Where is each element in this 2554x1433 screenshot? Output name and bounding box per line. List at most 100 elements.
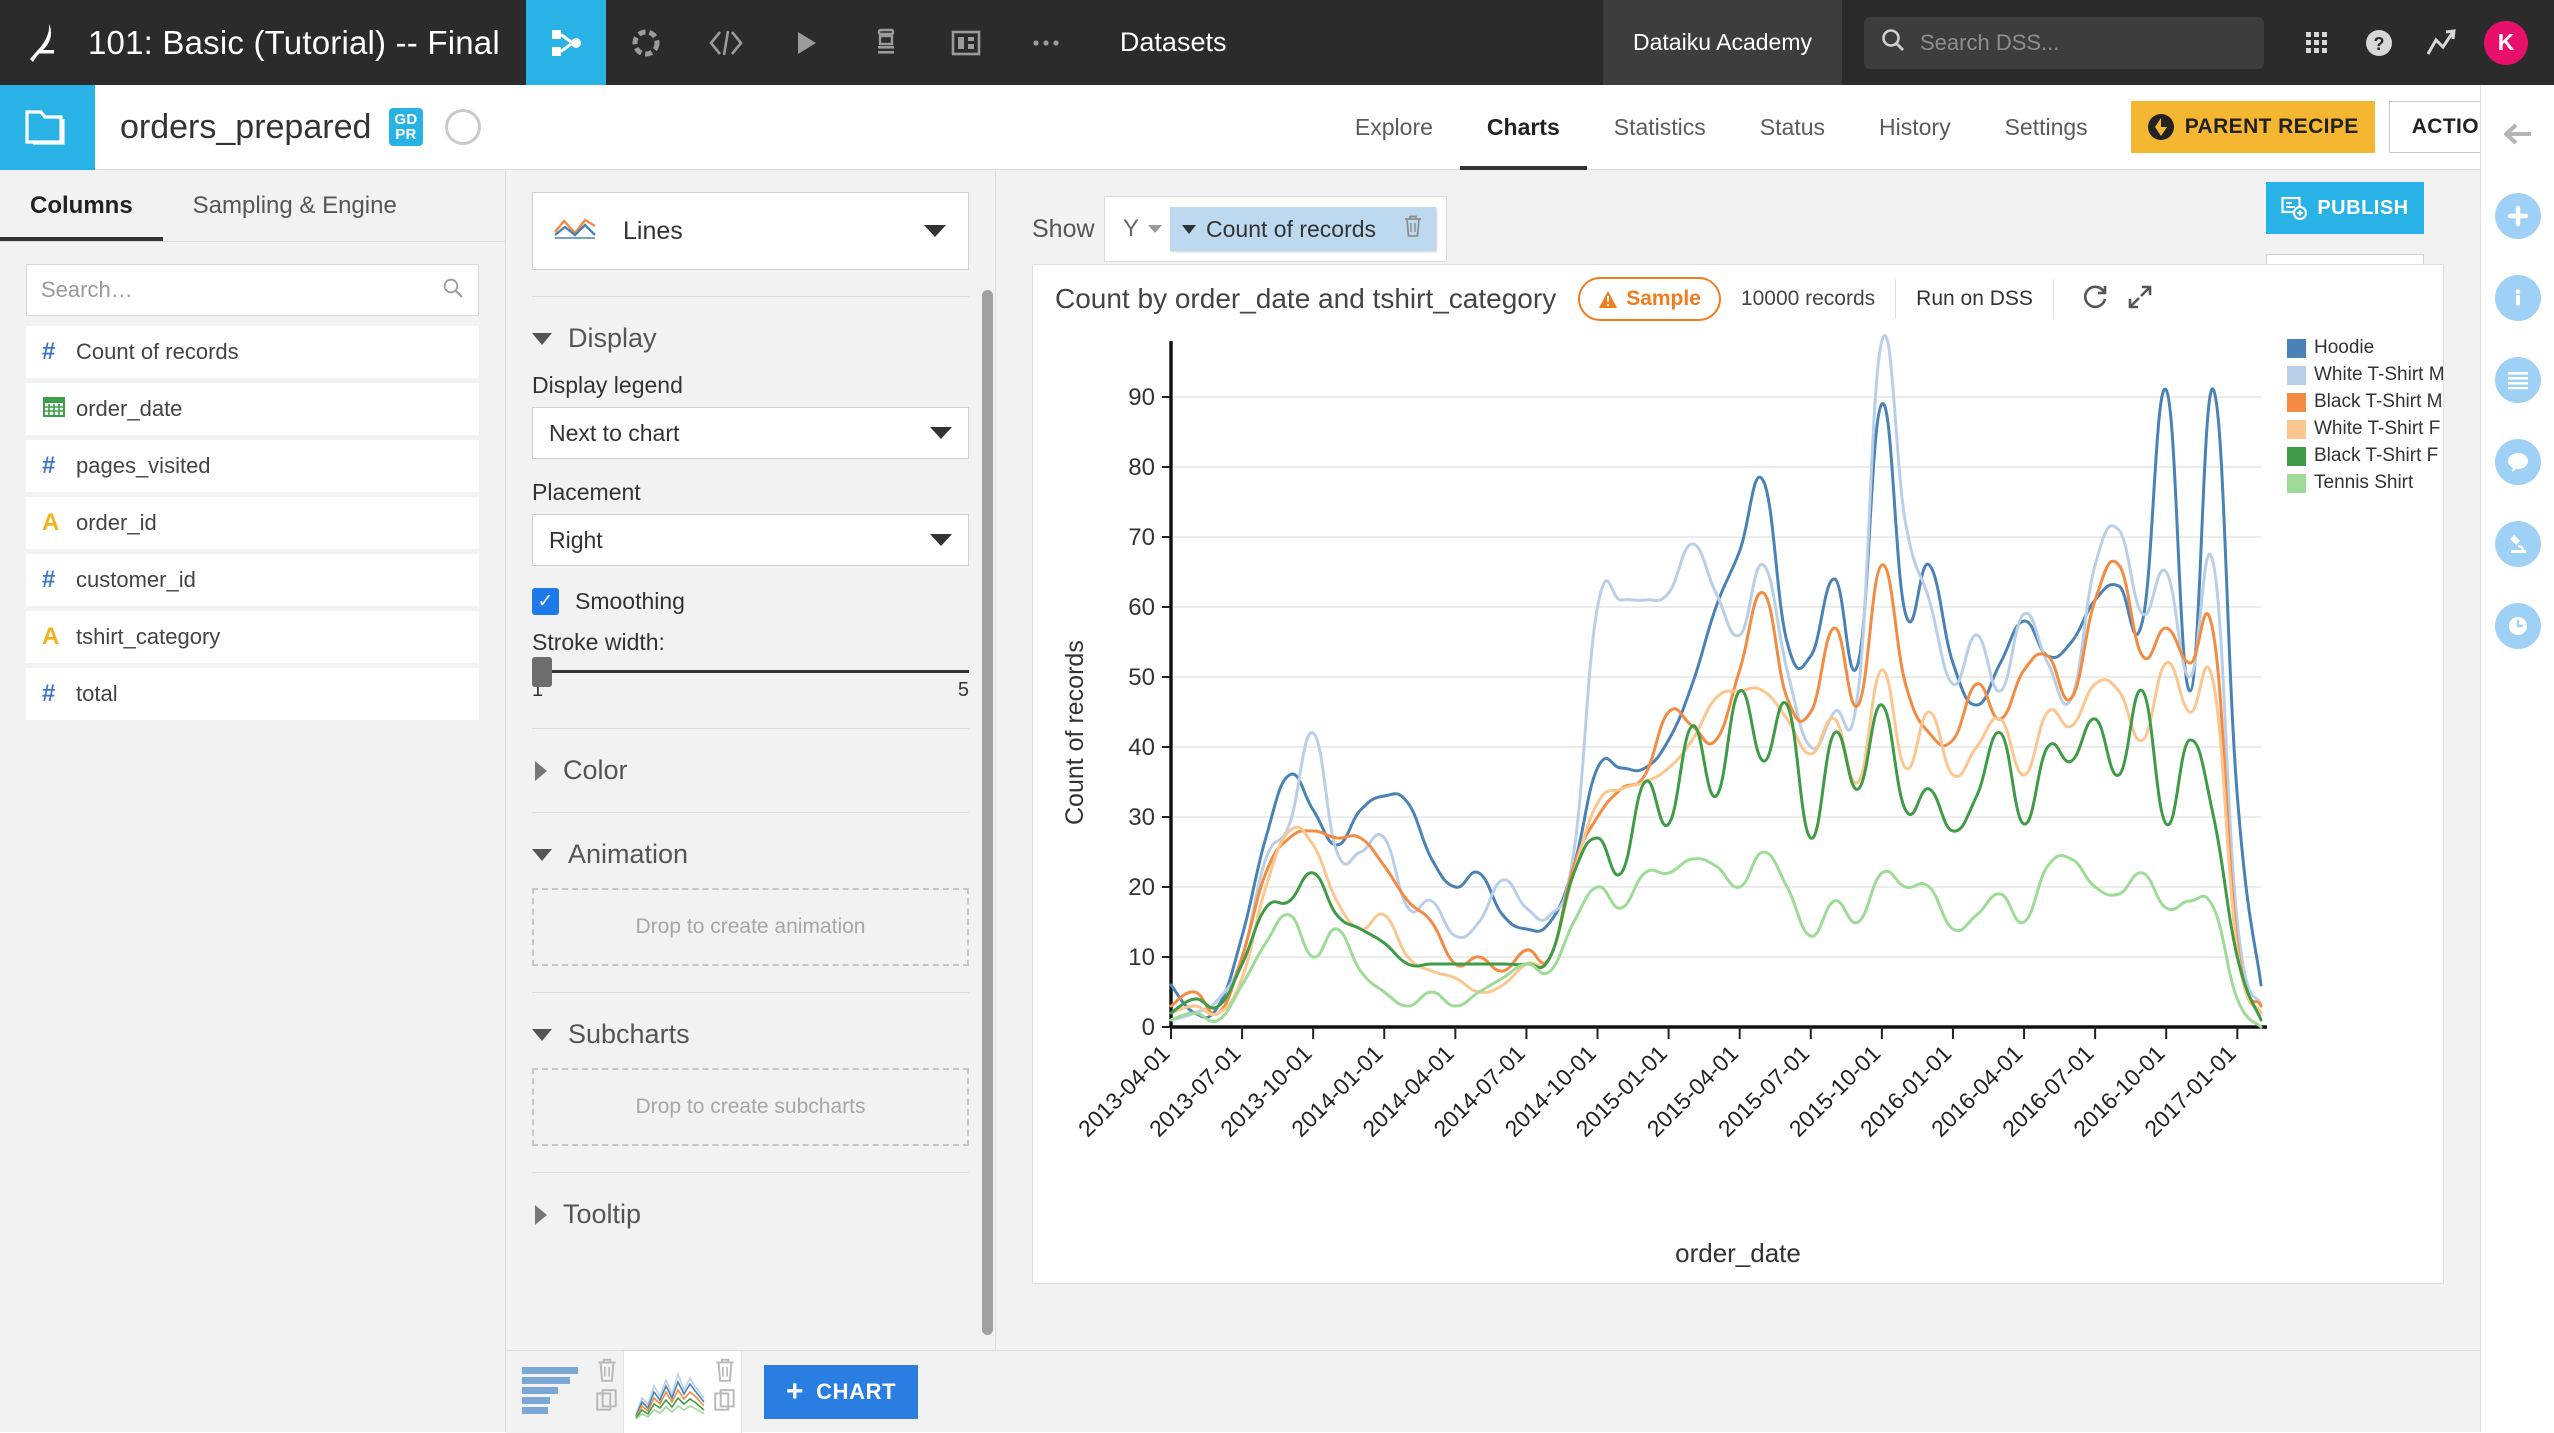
- duplicate-chart-icon[interactable]: [595, 1388, 619, 1419]
- smoothing-label: Smoothing: [575, 588, 685, 615]
- svg-text:?: ?: [2374, 34, 2385, 54]
- academy-label[interactable]: Dataiku Academy: [1603, 0, 1842, 85]
- refresh-icon[interactable]: [2080, 283, 2110, 316]
- column-item-total[interactable]: # total: [26, 668, 479, 720]
- chart-toolbar: Count by order_date and tshirt_category …: [1033, 265, 2443, 333]
- column-label: order_date: [76, 396, 182, 422]
- column-label: Count of records: [76, 339, 239, 365]
- remove-measure-icon[interactable]: [1376, 214, 1424, 244]
- nav-section-datasets[interactable]: Datasets: [1086, 27, 1261, 58]
- display-legend-select[interactable]: Next to chart: [532, 407, 969, 459]
- column-item-pages-visited[interactable]: # pages_visited: [26, 440, 479, 492]
- chart-thumbnail-bars[interactable]: [506, 1351, 624, 1433]
- add-icon[interactable]: [2495, 193, 2541, 239]
- section-display-header[interactable]: Display: [532, 323, 969, 354]
- notebooks-icon[interactable]: [846, 0, 926, 85]
- global-search-input[interactable]: Search DSS...: [1864, 17, 2264, 69]
- section-subcharts-header[interactable]: Subcharts: [532, 1019, 969, 1050]
- sample-badge[interactable]: Sample: [1578, 277, 1721, 321]
- parent-recipe-button[interactable]: PARENT RECIPE: [2131, 101, 2375, 153]
- details-list-icon[interactable]: [2495, 357, 2541, 403]
- section-color-header[interactable]: Color: [532, 755, 969, 786]
- dashboards-icon[interactable]: [926, 0, 1006, 85]
- column-item-order-date[interactable]: order_date: [26, 383, 479, 435]
- column-label: pages_visited: [76, 453, 211, 479]
- legend-label: Black T-Shirt M: [2314, 391, 2442, 413]
- subcharts-dropzone[interactable]: Drop to create subcharts: [532, 1068, 969, 1146]
- jobs-play-icon[interactable]: [766, 0, 846, 85]
- warning-icon: [1598, 290, 1618, 309]
- duplicate-chart-icon[interactable]: [713, 1388, 737, 1419]
- smoothing-checkbox[interactable]: ✓: [532, 588, 559, 615]
- columns-panel: Columns Sampling & Engine Search… # Coun…: [0, 170, 506, 1432]
- lines-chart-icon: [553, 215, 597, 248]
- trend-icon[interactable]: [2410, 0, 2472, 85]
- tab-charts[interactable]: Charts: [1460, 85, 1587, 170]
- section-tooltip-label: Tooltip: [563, 1199, 641, 1230]
- stroke-width-slider-handle[interactable]: [532, 657, 552, 687]
- project-title[interactable]: 101: Basic (Tutorial) -- Final: [88, 24, 526, 62]
- divider: [532, 728, 969, 729]
- animation-dropzone[interactable]: Drop to create animation: [532, 888, 969, 966]
- column-search-input[interactable]: Search…: [26, 264, 479, 316]
- user-avatar[interactable]: K: [2484, 21, 2528, 65]
- smoothing-checkbox-row[interactable]: ✓ Smoothing: [532, 588, 969, 615]
- plus-icon: +: [786, 1377, 804, 1407]
- svg-text:10: 10: [1128, 944, 1155, 971]
- column-item-order-id[interactable]: A order_id: [26, 497, 479, 549]
- tab-history[interactable]: History: [1852, 85, 1978, 170]
- discussions-icon[interactable]: [2495, 439, 2541, 485]
- flow-icon[interactable]: [526, 0, 606, 85]
- sample-badge-label: Sample: [1626, 287, 1701, 311]
- gdpr-badge[interactable]: GD PR: [389, 108, 422, 147]
- expand-icon[interactable]: [2126, 283, 2154, 316]
- placement-select[interactable]: Right: [532, 514, 969, 566]
- delete-chart-icon[interactable]: [595, 1357, 619, 1388]
- column-item-tshirt-category[interactable]: A tshirt_category: [26, 611, 479, 663]
- tab-columns[interactable]: Columns: [0, 170, 163, 241]
- scenarios-icon[interactable]: [606, 0, 686, 85]
- chart-type-select[interactable]: Lines: [532, 192, 969, 270]
- chart-type-label: Lines: [623, 217, 683, 246]
- section-animation-header[interactable]: Animation: [532, 839, 969, 870]
- column-item-customer-id[interactable]: # customer_id: [26, 554, 479, 606]
- chart-thumbnail-lines[interactable]: [624, 1351, 742, 1433]
- column-item-count-of-records[interactable]: # Count of records: [26, 326, 479, 378]
- tab-statistics[interactable]: Statistics: [1587, 85, 1733, 170]
- collapse-left-arrow-icon[interactable]: [2495, 111, 2541, 157]
- info-icon[interactable]: [2495, 275, 2541, 321]
- svg-text:90: 90: [1128, 384, 1155, 411]
- help-icon[interactable]: ?: [2348, 0, 2410, 85]
- publish-button[interactable]: PUBLISH: [2266, 182, 2424, 234]
- measure-pill-count-of-records[interactable]: Count of records: [1170, 207, 1436, 251]
- delete-chart-icon[interactable]: [713, 1357, 737, 1388]
- y-measure-dropzone[interactable]: Y Count of records: [1104, 196, 1447, 262]
- tab-explore[interactable]: Explore: [1328, 85, 1460, 170]
- add-chart-button[interactable]: + CHART: [764, 1365, 918, 1419]
- chart-plot[interactable]: 01020304050607080902013-04-012013-07-012…: [1079, 327, 2309, 1227]
- y-axis-tag[interactable]: Y: [1115, 215, 1170, 243]
- chart-main-area: Show Y Count of records By X order_date: [996, 170, 2480, 1350]
- stroke-width-range: 1 5: [532, 679, 969, 702]
- placement-value: Right: [549, 527, 603, 554]
- code-icon[interactable]: [686, 0, 766, 85]
- lab-microscope-icon[interactable]: [2495, 521, 2541, 567]
- stroke-width-slider[interactable]: [532, 670, 969, 673]
- tab-status[interactable]: Status: [1733, 85, 1852, 170]
- stroke-width-label: Stroke width:: [532, 629, 969, 656]
- options-panel-scrollbar[interactable]: [982, 290, 993, 1335]
- dataiku-logo[interactable]: [0, 0, 88, 85]
- more-icon[interactable]: [1006, 0, 1086, 85]
- section-tooltip-header[interactable]: Tooltip: [532, 1199, 969, 1230]
- compass-icon[interactable]: [445, 109, 481, 145]
- apps-grid-icon[interactable]: [2286, 0, 2348, 85]
- placement-label: Placement: [532, 479, 969, 506]
- thumbnail-actions: [595, 1357, 619, 1419]
- tab-sampling-engine[interactable]: Sampling & Engine: [163, 170, 427, 241]
- run-on-dss-button[interactable]: Run on DSS: [1916, 287, 2033, 311]
- chevron-down-icon: [532, 1029, 552, 1041]
- history-clock-icon[interactable]: [2495, 603, 2541, 649]
- tab-settings[interactable]: Settings: [1978, 85, 2115, 170]
- divider: [532, 1172, 969, 1173]
- column-label: customer_id: [76, 567, 196, 593]
